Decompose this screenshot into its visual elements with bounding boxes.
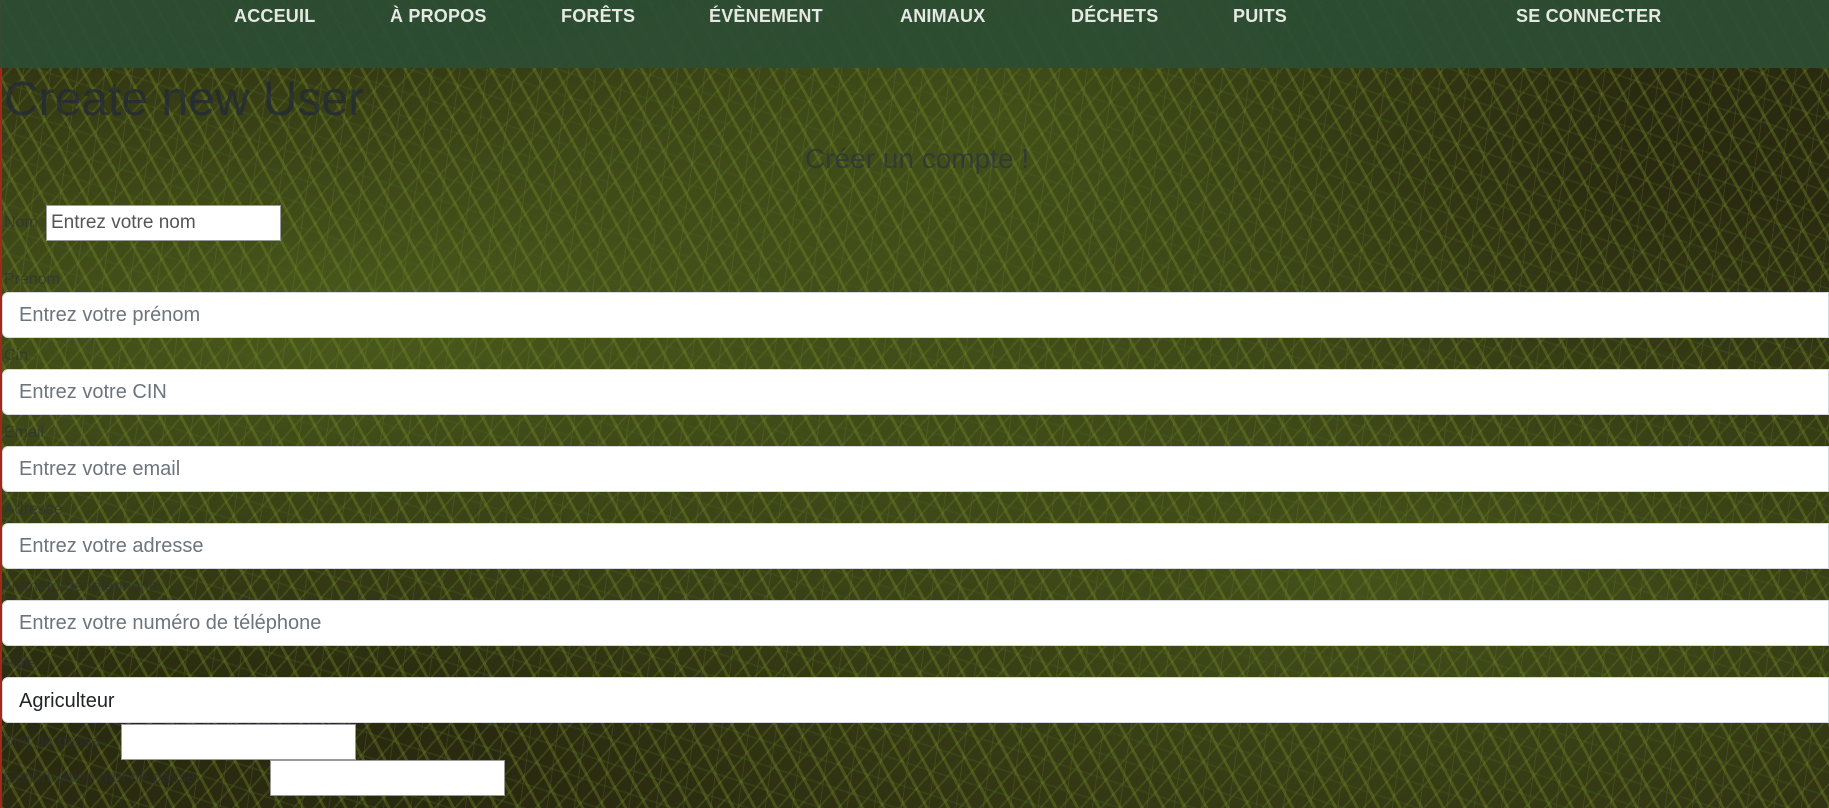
confirm-password-input[interactable] [270,760,505,796]
nav-link-dechets[interactable]: DÉCHETS [1071,6,1158,27]
nav-link-evenement[interactable]: ÉVÈNEMENT [709,6,823,27]
page-title: Create new User [4,73,365,126]
email-label: Email [4,424,45,441]
top-navbar: ACCEUIL À PROPOS FORÊTS ÉVÈNEMENT ANIMAU… [0,0,1829,68]
role-select[interactable]: Agriculteur [2,677,1829,723]
form-subtitle: Créer un compte ! [805,143,1030,174]
email-input[interactable] [2,446,1829,492]
nav-link-a-propos[interactable]: À PROPOS [390,6,487,27]
cin-label: Cin [4,347,29,364]
nav-link-animaux[interactable]: ANIMAUX [900,6,985,27]
prenom-input[interactable] [2,292,1829,338]
nav-link-puits[interactable]: PUITS [1233,6,1287,27]
password-label: Mot de passe [4,733,101,750]
telephone-label: Numéro de téléphone [4,578,158,595]
adresse-input[interactable] [2,523,1829,569]
nom-input[interactable] [46,205,281,241]
role-label: Rôle [4,655,37,672]
nav-link-acceuil[interactable]: ACCEUIL [234,6,315,27]
login-link[interactable]: SE CONNECTER [1516,6,1661,27]
password-input[interactable] [121,724,356,760]
cin-input[interactable] [2,369,1829,415]
nav-link-forets[interactable]: FORÊTS [561,6,635,27]
confirm-password-label: Confirmation mot de passe [4,769,196,786]
adresse-label: Adresse [4,501,63,518]
telephone-input[interactable] [2,600,1829,646]
prenom-label: Prénom [4,271,61,288]
nom-label: Nom [4,214,38,231]
